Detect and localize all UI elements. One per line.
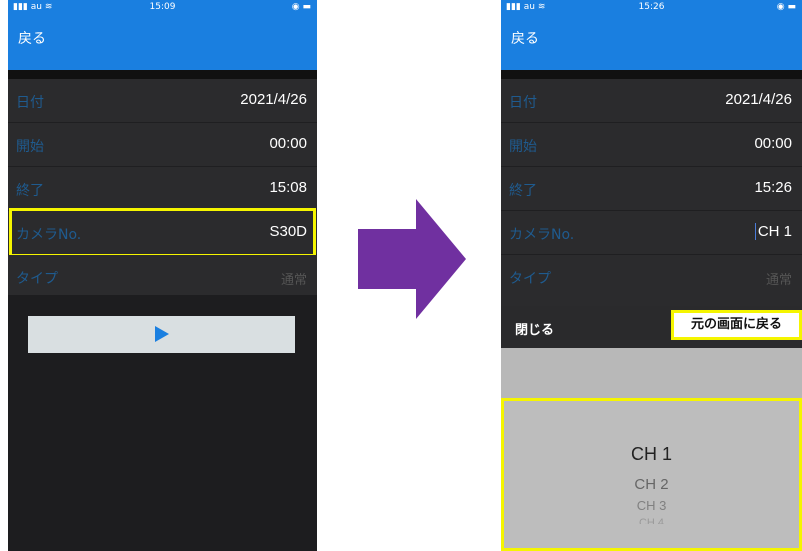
row-value: 2021/4/26	[725, 91, 792, 108]
row-value: 15:26	[754, 179, 792, 196]
row-date[interactable]: 日付 2021/4/26	[8, 79, 317, 123]
row-label: タイプ	[509, 271, 551, 287]
row-label: 開始	[16, 139, 44, 155]
row-end[interactable]: 終了 15:08	[8, 167, 317, 211]
play-button[interactable]	[28, 316, 295, 353]
highlight-box	[9, 208, 316, 257]
battery-icon: ◉ ▬	[776, 2, 796, 12]
close-button[interactable]: 閉じる	[515, 319, 554, 338]
navigation-bar	[8, 14, 317, 70]
picker-top-area	[501, 348, 802, 398]
row-start[interactable]: 開始 00:00	[8, 123, 317, 167]
camera-no-input[interactable]: CH 1	[754, 223, 792, 240]
phone-screen-after: ▮▮▮ au ≋ 15:26 ◉ ▬ 戻る 日付 2021/4/26 開始 00…	[501, 0, 802, 551]
row-label: 日付	[16, 95, 44, 111]
row-value: 通常	[280, 272, 307, 287]
status-bar: ▮▮▮ au ≋ 15:09 ◉ ▬	[8, 0, 317, 14]
battery-icon: ◉ ▬	[291, 2, 311, 12]
row-label: 日付	[509, 95, 537, 111]
row-type[interactable]: タイプ 通常	[8, 255, 317, 295]
row-label: 終了	[16, 183, 44, 199]
phone-screen-before: ▮▮▮ au ≋ 15:09 ◉ ▬ 戻る 日付 2021/4/26 開始 00…	[8, 0, 317, 551]
return-to-original-button[interactable]: 元の画面に戻る	[671, 310, 802, 340]
row-end[interactable]: 終了 15:26	[501, 167, 802, 211]
play-icon	[155, 326, 169, 342]
row-label: 開始	[509, 139, 537, 155]
row-label: 終了	[509, 183, 537, 199]
row-value: 00:00	[269, 135, 307, 152]
arrow-right-icon	[358, 199, 466, 319]
status-time: 15:09	[149, 2, 176, 12]
back-button[interactable]: 戻る	[18, 28, 46, 48]
row-value: 通常	[765, 272, 792, 287]
picker-toolbar: 閉じる 元の画面に戻る	[501, 306, 802, 348]
row-value: 00:00	[754, 135, 792, 152]
row-type[interactable]: タイプ 通常	[501, 255, 802, 306]
row-value: 2021/4/26	[240, 91, 307, 108]
status-bar: ▮▮▮ au ≋ 15:26 ◉ ▬	[501, 0, 802, 14]
row-label: カメラNo.	[509, 227, 575, 243]
row-date[interactable]: 日付 2021/4/26	[501, 79, 802, 123]
row-value: 15:08	[269, 179, 307, 196]
row-camera-no[interactable]: カメラNo. CH 1	[501, 211, 802, 255]
navigation-bar	[501, 14, 802, 70]
section-gap	[501, 70, 802, 79]
picker-item[interactable]: CH 2	[504, 476, 799, 493]
channel-picker[interactable]: CH 1 CH 2 CH 3 CH 4	[501, 398, 802, 551]
section-gap	[8, 70, 317, 79]
picker-item[interactable]: CH 3	[504, 498, 799, 513]
back-button[interactable]: 戻る	[511, 28, 539, 48]
row-label: タイプ	[16, 271, 58, 287]
row-start[interactable]: 開始 00:00	[501, 123, 802, 167]
picker-item[interactable]: CH 4	[504, 517, 799, 524]
status-time: 15:26	[638, 2, 665, 12]
picker-item[interactable]: CH 1	[504, 444, 799, 465]
